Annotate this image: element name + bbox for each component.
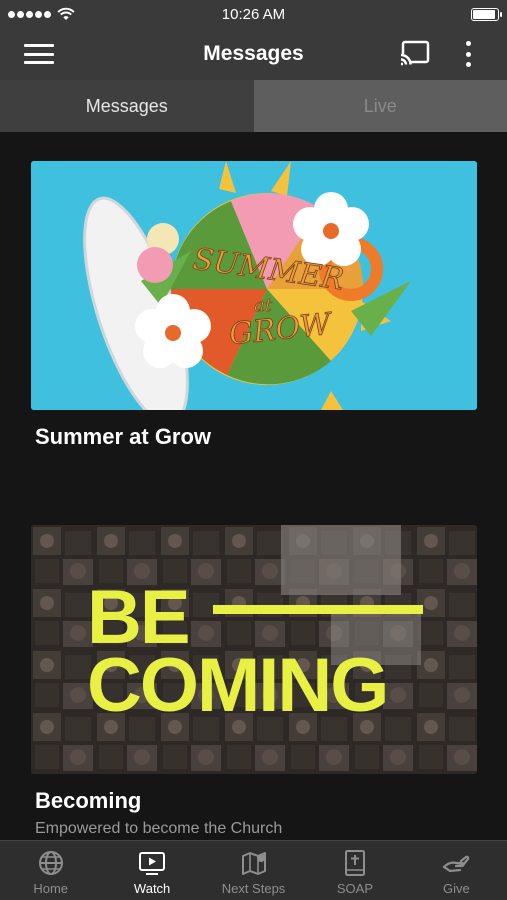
wifi-icon	[57, 7, 75, 20]
status-time: 10:26 AM	[221, 5, 286, 23]
series-list: SUMMER at GROW Summer at Grow BE COMING …	[0, 132, 507, 840]
tab-messages[interactable]: Messages	[0, 80, 254, 132]
series-card-becoming[interactable]: BE COMING Becoming Empowered to become t…	[31, 525, 477, 838]
tab-live[interactable]: Live	[253, 80, 507, 132]
status-left	[8, 7, 75, 21]
segmented-tabs: Messages Live	[0, 80, 507, 132]
battery-level	[473, 9, 495, 19]
bible-icon	[344, 850, 365, 876]
hamburger-menu-icon[interactable]	[24, 42, 54, 66]
battery-icon	[471, 7, 502, 21]
tab-label: Home	[33, 881, 69, 896]
series-artwork-becoming: BE COMING	[31, 525, 477, 774]
cast-icon[interactable]	[400, 40, 430, 66]
status-bar: 10:26 AM	[0, 0, 507, 28]
globe-icon	[38, 851, 63, 875]
tab-home[interactable]: Home	[0, 841, 101, 900]
series-title: Summer at Grow	[35, 424, 212, 449]
tab-watch[interactable]: Watch	[101, 841, 202, 900]
tab-label: Watch	[133, 881, 171, 896]
navigation-bar: Messages	[0, 28, 507, 80]
tab-label: Give	[442, 881, 470, 896]
page-title: Messages	[203, 42, 304, 65]
series-title: Becoming	[35, 788, 142, 813]
series-artwork-summer: SUMMER at GROW	[31, 161, 477, 410]
series-subtitle: Empowered to become the Church	[35, 820, 283, 837]
signal-dots-icon	[8, 10, 51, 18]
tab-give[interactable]: Give	[406, 841, 507, 900]
tv-play-icon	[139, 852, 166, 875]
bottom-tab-bar: Home Watch Next Steps SOAP Give	[0, 840, 507, 900]
tab-label: SOAP	[336, 881, 373, 896]
tab-label: Next Steps	[221, 881, 286, 896]
series-card-summer[interactable]: SUMMER at GROW Summer at Grow	[31, 161, 477, 450]
tab-soap[interactable]: SOAP	[304, 841, 405, 900]
giving-hand-icon	[443, 855, 470, 873]
artwork-text-bottom: COMING	[87, 643, 387, 728]
tab-next-steps[interactable]: Next Steps	[203, 841, 304, 900]
more-vertical-icon[interactable]	[458, 40, 478, 68]
map-pin-icon	[241, 852, 266, 875]
